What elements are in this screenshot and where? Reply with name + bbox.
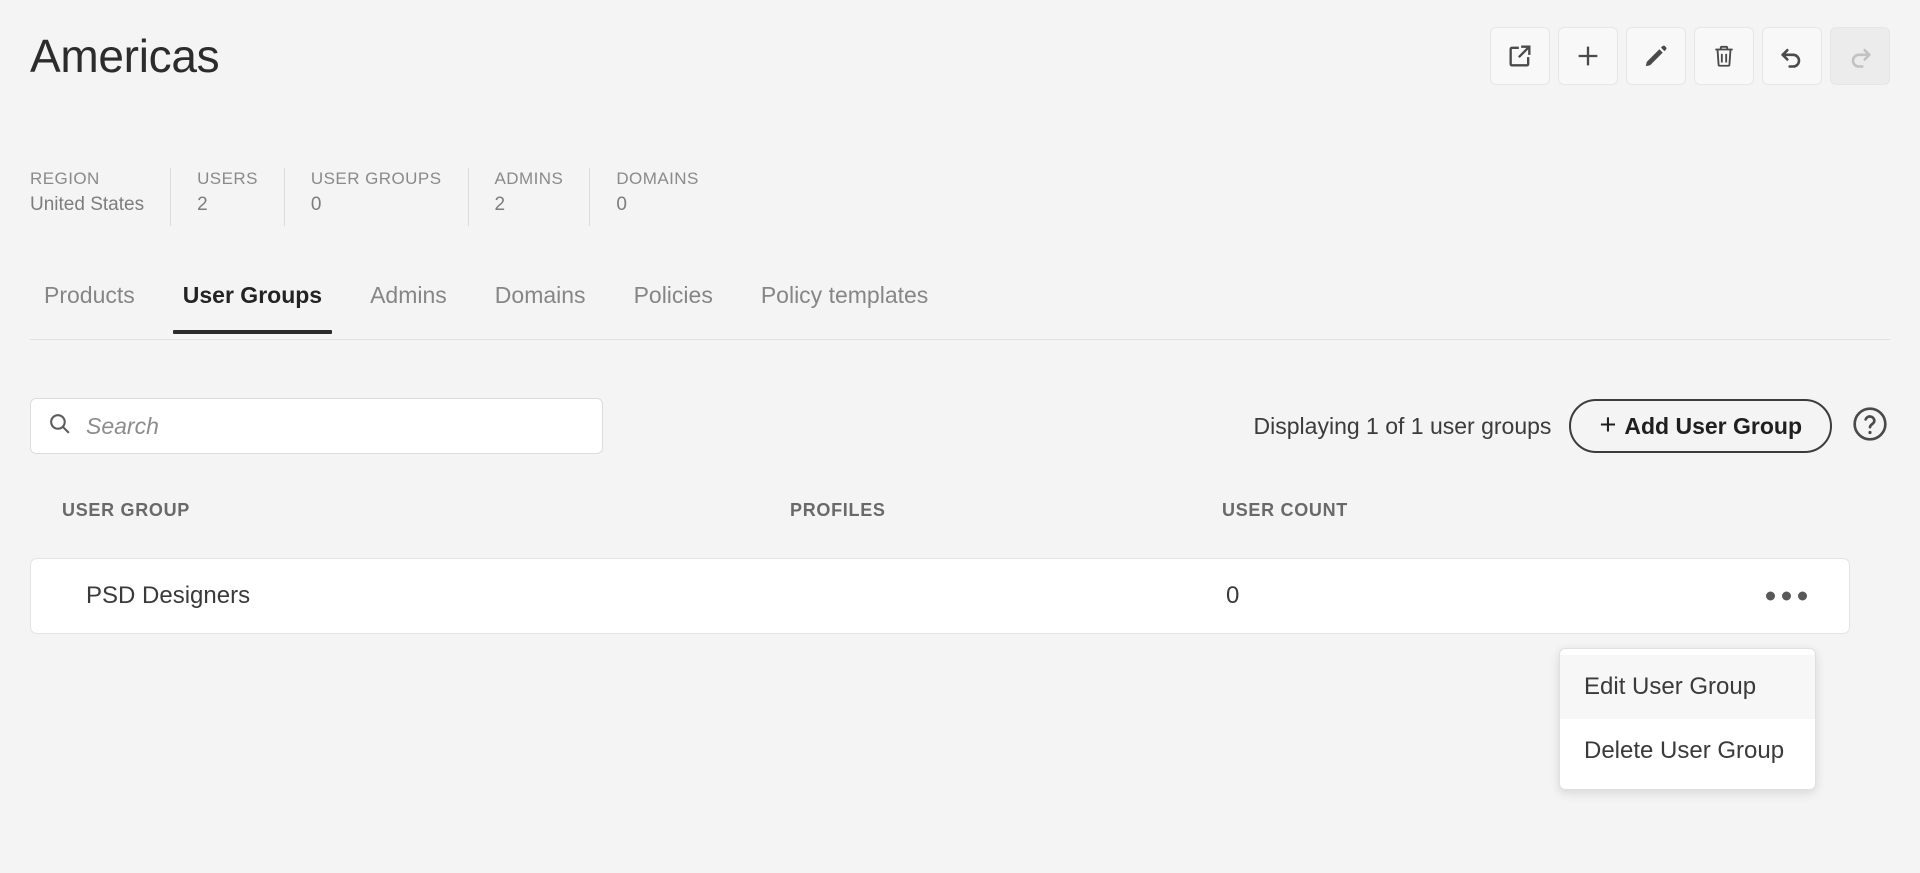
page-title: Americas <box>30 30 220 82</box>
search-icon <box>47 411 72 441</box>
search-input[interactable] <box>86 412 586 440</box>
column-header-user-count: USER COUNT <box>1222 500 1349 520</box>
column-header-profiles: PROFILES <box>790 500 886 520</box>
column-header-user-group: USER GROUP <box>62 500 191 520</box>
row-context-menu: Edit User Group Delete User Group <box>1559 648 1816 790</box>
tab-user-groups[interactable]: User Groups <box>159 278 346 334</box>
stat-label: USERS <box>197 169 258 188</box>
row-more-actions-icon[interactable] <box>1758 584 1815 609</box>
menu-item-edit-user-group[interactable]: Edit User Group <box>1560 655 1815 719</box>
menu-item-delete-user-group[interactable]: Delete User Group <box>1560 719 1815 783</box>
displaying-count-text: Displaying 1 of 1 user groups <box>1253 412 1552 439</box>
add-user-group-button[interactable]: + Add User Group <box>1569 399 1832 453</box>
add-user-group-label: Add User Group <box>1624 412 1802 439</box>
cell-user-count: 0 <box>1226 582 1240 609</box>
stat-label: USER GROUPS <box>310 169 442 188</box>
tab-policy-templates[interactable]: Policy templates <box>737 278 952 334</box>
tab-admins[interactable]: Admins <box>346 278 471 334</box>
add-button[interactable] <box>1558 27 1618 85</box>
redo-button[interactable] <box>1830 27 1890 85</box>
page-header: Americas <box>0 0 1920 120</box>
stat-value: 0 <box>310 194 322 215</box>
toolbar-controls: Displaying 1 of 1 user groups + Add User… <box>0 390 1920 470</box>
help-icon[interactable] <box>1850 404 1890 449</box>
edit-button[interactable] <box>1626 27 1686 85</box>
stat-value: 2 <box>494 194 506 215</box>
dot <box>1766 591 1775 601</box>
stat-label: REGION <box>30 169 100 188</box>
delete-button[interactable] <box>1694 27 1754 85</box>
trash-icon <box>1711 43 1737 69</box>
stat-label: DOMAINS <box>616 169 699 188</box>
stat-value: United States <box>30 194 145 215</box>
export-button[interactable] <box>1490 27 1550 85</box>
stat-value: 2 <box>197 194 208 215</box>
stat-value: 0 <box>616 194 627 215</box>
table-header: USER GROUP PROFILES USER COUNT <box>0 500 1920 550</box>
undo-button[interactable] <box>1762 27 1822 85</box>
cell-user-group: PSD Designers <box>86 582 251 609</box>
search-box[interactable] <box>30 398 603 454</box>
undo-icon <box>1778 42 1806 70</box>
export-icon <box>1506 42 1534 70</box>
stat-label: ADMINS <box>494 169 564 188</box>
tab-policies[interactable]: Policies <box>610 278 737 334</box>
stat-region: REGION United States <box>30 168 172 226</box>
plus-icon: + <box>1599 408 1617 441</box>
stat-user-groups: USER GROUPS 0 <box>311 168 469 226</box>
edit-pencil-icon <box>1643 43 1669 69</box>
tab-domains[interactable]: Domains <box>471 278 610 334</box>
header-toolbar <box>1490 27 1890 85</box>
stat-admins: ADMINS 2 <box>495 168 591 226</box>
add-icon <box>1574 42 1602 70</box>
table-row[interactable]: PSD Designers 0 <box>30 558 1850 634</box>
tab-bar: Products User Groups Admins Domains Poli… <box>30 278 1890 340</box>
user-groups-page: Americas REGION United States USERS 2 US… <box>0 0 1920 873</box>
tab-products[interactable]: Products <box>30 278 159 334</box>
summary-stats: REGION United States USERS 2 USER GROUPS… <box>30 168 751 226</box>
dot <box>1782 591 1791 601</box>
redo-icon <box>1846 42 1874 70</box>
dot <box>1798 591 1807 601</box>
controls-right: Displaying 1 of 1 user groups + Add User… <box>1254 398 1890 454</box>
stat-domains: DOMAINS 0 <box>616 168 725 226</box>
stat-users: USERS 2 <box>197 168 285 226</box>
